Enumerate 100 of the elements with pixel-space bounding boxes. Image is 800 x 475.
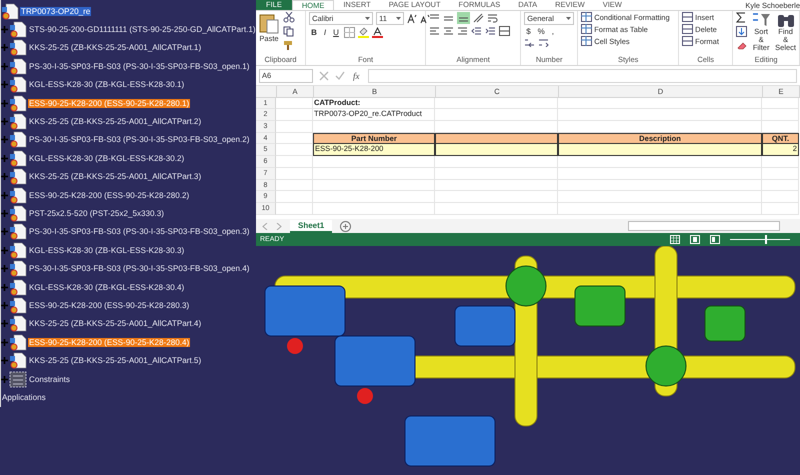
part-icon [9,113,27,130]
part-icon [9,260,27,278]
font-color-icon[interactable] [372,27,383,38]
page-break-icon[interactable] [710,235,720,244]
wrap-text-icon[interactable] [487,13,498,23]
shrink-font-icon[interactable] [420,14,430,24]
tree-item[interactable]: PS-30-I-35-SP03-FB-S03 (PS-30-I-35-SP03-FB-S03_open.1) [28,62,250,71]
tree-item[interactable]: TRP0073-OP20_re [20,6,92,16]
tree-item[interactable]: KKS-25-25 (ZB-KKS-25-25-A001_AllCATPart.2) [28,117,202,126]
expand-icon[interactable] [1,357,8,364]
fill-down-icon[interactable] [736,26,748,37]
check-icon[interactable] [335,70,345,80]
tree-item[interactable]: KGL-ESS-K28-30 (ZB-KGL-ESS-K28-30.4) [28,282,186,292]
part-icon [9,223,27,240]
insert-function-button[interactable]: fx [351,70,362,80]
tree-item[interactable]: PS-30-I-35-SP03-FB-S03 (PS-30-I-35-SP03-FB-S03_open.2) [28,135,250,144]
number-format-button[interactable]: % [536,27,547,36]
expand-icon[interactable] [1,228,8,236]
tree-item[interactable]: Constraints [28,374,71,384]
horizontal-scrollbar[interactable] [628,221,780,231]
font-style-button[interactable]: U [331,28,341,37]
cancel-icon[interactable] [319,70,329,80]
sum-icon[interactable] [736,12,748,23]
expand-icon[interactable] [1,44,8,52]
expand-icon[interactable] [1,265,8,272]
part-icon [9,315,27,332]
align-center-icon[interactable] [443,26,454,36]
tree-item[interactable]: PS-30-I-35-SP03-FB-S03 (PS-30-I-35-SP03-FB-S03_open.3) [28,227,250,236]
paintbrush-icon[interactable] [283,40,295,51]
merge-cells-icon[interactable] [499,26,510,36]
font-style-button[interactable]: B [309,28,319,37]
table-cell [276,168,313,180]
increase-indent-icon[interactable] [485,26,496,36]
tree-item[interactable]: STS-90-25-200-GD1111111 (STS-90-25-250-GD_AllCATPart.1) [28,25,257,34]
scroll-right-icon[interactable] [276,222,282,230]
increase-decimal-icon[interactable] [524,38,536,47]
page-layout-icon[interactable] [690,235,700,244]
expand-icon[interactable] [1,26,8,34]
tree-item[interactable]: KKS-25-25 (ZB-KKS-25-25-A001_AllCATPart.3) [28,172,202,182]
align-right-icon[interactable] [457,26,468,36]
grow-font-icon[interactable] [407,14,418,24]
add-sheet-icon[interactable] [340,220,352,232]
expand-icon[interactable] [1,210,8,217]
align-left-icon[interactable] [429,26,440,36]
expand-icon[interactable] [1,302,8,309]
table-cell [762,156,799,168]
fill-color-icon[interactable] [358,27,369,38]
expand-icon[interactable] [1,246,8,254]
caret-icon [396,17,402,20]
number-format-button[interactable]: , [550,27,556,36]
tree-item[interactable]: PS-30-I-35-SP03-FB-S03 (PS-30-I-35-SP03-FB-S03_open.4) [28,264,250,274]
sheet-tab[interactable]: Sheet1 [290,220,332,232]
scroll-left-icon[interactable] [262,222,268,230]
decrease-indent-icon[interactable] [471,26,482,36]
expand-icon[interactable] [1,192,8,199]
tree-item[interactable]: KGL-ESS-K28-30 (ZB-KGL-ESS-K28-30.3) [28,246,186,255]
normal-view-icon[interactable] [670,235,680,244]
table-cell [276,109,313,122]
table-cell [762,202,799,215]
tree-item[interactable]: KKS-25-25 (ZB-KKS-25-25-A001_AllCATPart.4) [28,319,202,328]
part-icon [9,168,27,186]
expand-icon[interactable] [1,154,8,162]
tree-item[interactable]: KKS-25-25 (ZB-KKS-25-25-A001_AllCATPart.1) [28,43,202,52]
expand-icon[interactable] [1,338,8,346]
font-style-button[interactable]: I [322,28,328,37]
caret-icon [566,17,572,20]
formula-input[interactable] [368,68,797,82]
table-cell [276,156,313,168]
part-icon [9,76,27,94]
tree-item[interactable]: KGL-ESS-K28-30 (ZB-KGL-ESS-K28-30.1) [28,80,186,90]
table-cell [276,180,313,192]
scissors-icon[interactable] [283,12,295,23]
part-icon [9,296,27,314]
align-bottom-icon[interactable] [457,12,470,24]
orientation-icon[interactable] [473,13,484,23]
number-format-button[interactable]: $ [524,27,533,36]
part-icon [9,58,27,75]
copy-icon[interactable] [283,26,295,37]
eraser-icon[interactable] [736,40,748,51]
tree-item[interactable]: Applications [1,392,47,402]
decrease-decimal-icon[interactable] [538,38,550,47]
expand-icon[interactable] [1,100,8,107]
table-cell [762,180,799,192]
table-cell [762,109,799,122]
tree-item[interactable]: KGL-ESS-K28-30 (ZB-KGL-ESS-K28-30.2) [28,154,186,163]
expand-icon[interactable] [1,173,8,180]
expand-icon[interactable] [1,118,8,126]
tree-item[interactable]: ESS-90-25-K28-200 (ESS-90-25-K28-280.2) [28,190,190,200]
expand-icon[interactable] [1,320,8,328]
expand-icon[interactable] [1,62,8,70]
expand-icon[interactable] [1,284,8,291]
tree-item[interactable]: ESS-90-25-K28-200 (ESS-90-25-K28-280.3) [28,300,190,310]
caret-icon [365,17,370,20]
part-icon [9,334,27,351]
sort-filter-icon [751,12,772,28]
expand-icon[interactable] [1,376,8,382]
expand-icon[interactable] [1,81,8,88]
tree-item[interactable]: KKS-25-25 (ZB-KKS-25-25-A001_AllCATPart.5) [28,356,202,366]
expand-icon[interactable] [1,136,8,144]
tree-item[interactable]: PST-25x2.5-520 (PST-25x2_5x330.3) [28,208,165,218]
